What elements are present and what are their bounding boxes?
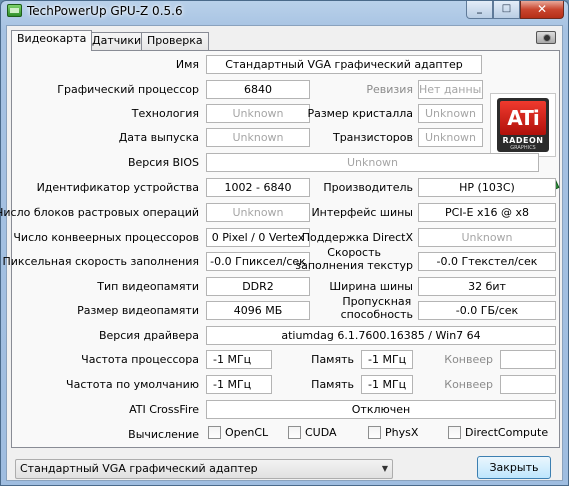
maximize-button[interactable]: □ <box>493 1 520 19</box>
checkbox-directcompute-box[interactable] <box>448 426 461 439</box>
label-name: Имя <box>175 58 199 71</box>
caption-buttons: _ □ ✕ <box>466 1 564 20</box>
field-memory-type: DDR2 <box>206 277 310 296</box>
tab-sensors[interactable]: Датчики <box>86 32 148 50</box>
checkbox-physx-box[interactable] <box>368 426 381 439</box>
field-die-size: Unknown <box>418 104 483 123</box>
chevron-down-icon[interactable]: ▼ <box>382 460 388 478</box>
field-directx: Unknown <box>418 228 556 247</box>
label-bios: Версия BIOS <box>127 156 199 169</box>
checkbox-cuda-label: CUDA <box>305 426 337 439</box>
field-release-date: Unknown <box>206 128 310 147</box>
label-directx: Поддержка DirectX <box>301 231 413 244</box>
checkbox-cuda[interactable]: CUDA <box>288 426 337 439</box>
close-window-button[interactable]: ✕ <box>520 1 564 19</box>
close-button[interactable]: Закрыть <box>477 456 551 479</box>
gpuz-window: TechPowerUp GPU-Z 0.5.6 _ □ ✕ Видеокарта… <box>0 0 569 486</box>
field-bus-width: 32 бит <box>418 277 556 296</box>
label-release-date: Дата выпуска <box>118 131 199 144</box>
label-shaders: Число конвеерных процессоров <box>13 231 199 244</box>
field-vendor: HP (103C) <box>418 178 556 197</box>
checkbox-opencl-label: OpenCL <box>225 426 269 439</box>
label-driver: Версия драйвера <box>98 329 199 342</box>
graphics-card-panel: Имя Стандартный VGA графический адаптер … <box>0 50 560 448</box>
ati-radeon-logo: ATi RADEON GRAPHICS <box>490 93 556 157</box>
label-texture-fillrate-line2: заполнения текстур <box>295 259 413 272</box>
checkbox-physx[interactable]: PhysX <box>368 426 418 439</box>
minimize-button[interactable]: _ <box>466 1 493 19</box>
logo-brand: ATi <box>500 101 546 135</box>
field-default-clock: -1 МГц <box>206 375 272 394</box>
label-rops: Число блоков растровых операций <box>0 206 199 219</box>
window-title: TechPowerUp GPU-Z 0.5.6 <box>27 4 183 18</box>
label-bandwidth-line2: способность <box>340 308 413 321</box>
label-memory-size: Размер видеопамяти <box>77 304 199 317</box>
logo-line: RADEON <box>502 136 544 145</box>
gpuz-app-icon <box>7 4 22 17</box>
label-die-size: Размер кристалла <box>307 107 413 120</box>
field-technology: Unknown <box>206 104 310 123</box>
label-compute: Вычисление <box>128 428 199 441</box>
label-default-shader: Конвеер <box>444 378 493 391</box>
screenshot-camera-icon[interactable] <box>536 31 556 44</box>
label-device-id: Идентификатор устройства <box>36 181 199 194</box>
label-bus-interface: Интерфейс шины <box>311 206 413 219</box>
label-vendor: Производитель <box>323 181 413 194</box>
label-texture-fillrate: Скорость заполнения текстур <box>295 246 413 272</box>
field-gpu: 6840 <box>206 80 310 99</box>
logo-badge: ATi RADEON GRAPHICS <box>497 98 549 152</box>
label-bus-width: Ширина шины <box>329 280 413 293</box>
field-default-memory: -1 МГц <box>361 375 413 394</box>
label-texture-fillrate-line1: Скорость <box>327 246 381 259</box>
label-default-clock: Частота по умолчанию <box>66 378 199 391</box>
logo-sub: GRAPHICS <box>510 145 536 151</box>
label-pixel-fillrate: Пиксельная скорость заполнения <box>2 255 199 268</box>
field-memory-size: 4096 МБ <box>206 301 310 320</box>
label-technology: Технология <box>131 107 199 120</box>
field-driver: atiumdag 6.1.7600.16385 / Win7 64 <box>206 326 556 345</box>
field-shader-clock <box>500 350 556 369</box>
checkbox-cuda-box[interactable] <box>288 426 301 439</box>
field-revision: Нет данных <box>418 80 483 99</box>
label-shader-clock: Конвеер <box>444 353 493 366</box>
field-shaders: 0 Pixel / 0 Vertex <box>206 228 310 247</box>
field-bios: Unknown <box>206 153 539 172</box>
title-bar[interactable]: TechPowerUp GPU-Z 0.5.6 _ □ ✕ <box>1 1 568 23</box>
field-transistors: Unknown <box>418 128 483 147</box>
client-area: Видеокарта Датчики Проверка Имя Стандарт… <box>0 25 563 481</box>
checkbox-directcompute-label: DirectCompute <box>465 426 549 439</box>
adapter-select[interactable]: Стандартный VGA графический адаптер ▼ <box>15 459 393 479</box>
label-gpu-clock: Частота процессора <box>81 353 199 366</box>
label-transistors: Транзисторов <box>332 131 413 144</box>
field-texture-fillrate: -0.0 Гтекстел/сек <box>418 252 556 271</box>
checkbox-directcompute[interactable]: DirectCompute <box>448 426 548 439</box>
checkbox-opencl-box[interactable] <box>208 426 221 439</box>
field-crossfire: Отключен <box>206 400 556 419</box>
tab-validation[interactable]: Проверка <box>141 32 209 50</box>
label-bandwidth: Пропускная способность <box>341 295 413 321</box>
label-revision: Ревизия <box>366 83 413 96</box>
field-gpu-clock: -1 МГц <box>206 350 272 369</box>
label-default-memory: Память <box>311 378 354 391</box>
tab-graphics-card[interactable]: Видеокарта <box>11 30 93 51</box>
field-bus-interface: PCI-E x16 @ x8 <box>418 203 556 222</box>
field-default-shader <box>500 375 556 394</box>
field-name: Стандартный VGA графический адаптер <box>206 55 482 74</box>
field-rops: Unknown <box>206 203 310 222</box>
label-bandwidth-line1: Пропускная <box>342 295 412 308</box>
checkbox-physx-label: PhysX <box>385 426 419 439</box>
checkbox-opencl[interactable]: OpenCL <box>208 426 268 439</box>
label-gpu: Графический процессор <box>57 83 199 96</box>
label-crossfire: ATI CrossFire <box>129 403 199 416</box>
field-device-id: 1002 - 6840 <box>206 178 310 197</box>
adapter-select-value: Стандартный VGA графический адаптер <box>20 462 258 475</box>
field-memory-clock: -1 МГц <box>361 350 413 369</box>
label-memory-clock: Память <box>311 353 354 366</box>
field-bandwidth: -0.0 ГБ/сек <box>418 301 556 320</box>
label-memory-type: Тип видеопамяти <box>97 280 199 293</box>
